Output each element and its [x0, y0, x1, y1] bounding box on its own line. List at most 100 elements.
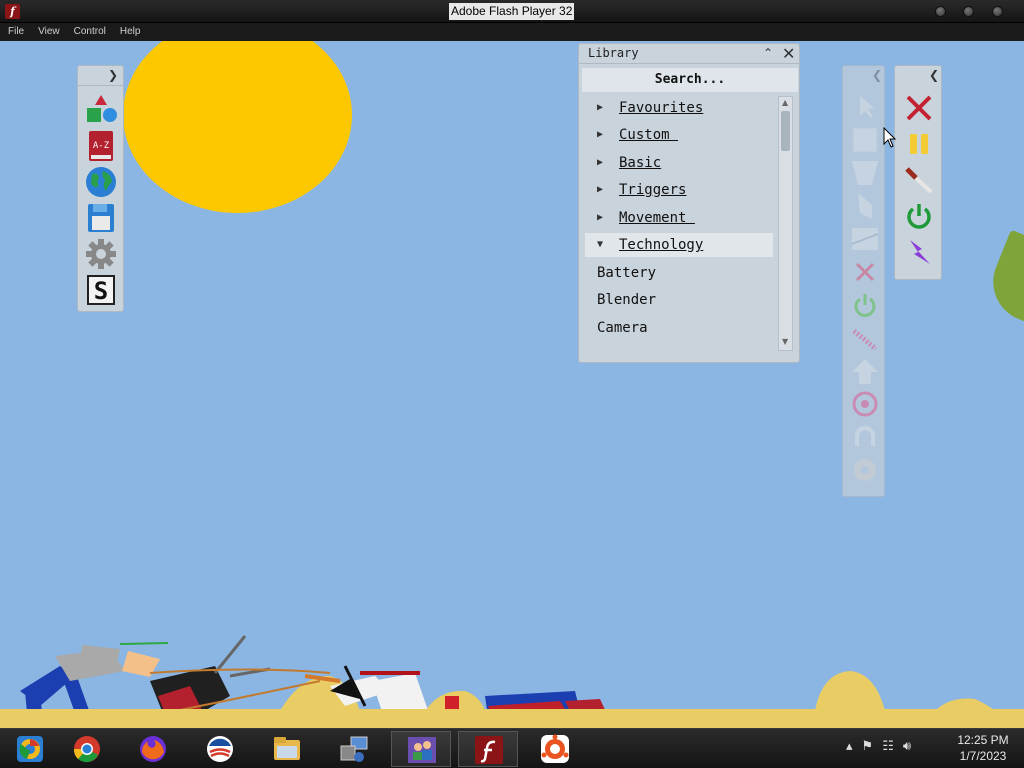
- screen: f Adobe Flash Player 32 File View Contro…: [0, 0, 1024, 768]
- ragdoll-scene: [20, 635, 995, 728]
- category-label: Technology: [619, 237, 704, 253]
- svg-text:A-Z: A-Z: [93, 141, 110, 151]
- s-logo-icon[interactable]: S: [84, 273, 118, 307]
- library-title: Library: [588, 46, 639, 60]
- power-icon[interactable]: [904, 201, 934, 231]
- green-shape: [981, 229, 1024, 327]
- taskbar-chrome[interactable]: [57, 731, 117, 767]
- minimize-button[interactable]: [935, 6, 946, 17]
- taskbar-chrome-canary[interactable]: [0, 731, 60, 767]
- clock-time: 12:25 PM: [957, 733, 1009, 747]
- flash-icon: f: [5, 4, 20, 19]
- collapse-chevron-icon[interactable]: ❮: [872, 68, 882, 82]
- globe-icon[interactable]: [84, 165, 118, 199]
- category-favourites[interactable]: ▶ Favourites: [585, 96, 773, 120]
- volume-icon[interactable]: 🔊︎: [903, 739, 911, 754]
- library-panel: Library ⌃ ✕ Search... ▶ Favourites ▶ Cus…: [578, 43, 800, 363]
- taskbar-file-explorer[interactable]: [257, 731, 317, 767]
- collapse-icon[interactable]: ⌃: [763, 46, 773, 60]
- taskbar-users-tool[interactable]: [391, 731, 451, 767]
- settings-icon[interactable]: [84, 237, 118, 271]
- power-icon[interactable]: [850, 290, 880, 320]
- category-label: Movement: [619, 210, 695, 226]
- delete-icon[interactable]: [904, 93, 934, 123]
- menu-control[interactable]: Control: [66, 23, 112, 41]
- library-item-blender[interactable]: Blender: [585, 288, 773, 312]
- library-scrollbar[interactable]: ▲ ▼: [778, 96, 793, 351]
- clock[interactable]: 12:25 PM 1/7/2023: [948, 732, 1018, 764]
- folder-icon: [274, 737, 300, 760]
- shape-tools-toolbar: ❮: [842, 65, 885, 497]
- knife-icon[interactable]: [904, 165, 934, 195]
- menu-help[interactable]: Help: [112, 23, 147, 41]
- maximize-button[interactable]: [963, 6, 974, 17]
- expand-triangle-icon: ▶: [597, 184, 604, 195]
- library-item-camera[interactable]: Camera: [585, 316, 773, 340]
- close-icon[interactable]: ✕: [782, 44, 795, 63]
- flag-icon[interactable]: ⚑: [862, 739, 874, 754]
- ubuntu-settings-icon: [541, 734, 569, 763]
- close-icon[interactable]: [850, 257, 880, 287]
- clock-date: 1/7/2023: [959, 749, 1007, 763]
- item-label: Battery: [597, 265, 657, 281]
- shapes-icon[interactable]: [84, 93, 118, 127]
- category-technology[interactable]: ▼ Technology: [585, 233, 773, 257]
- game-tools-toolbar: ❮: [894, 65, 942, 280]
- taskbar-flash-player[interactable]: [458, 731, 518, 767]
- scroll-thumb[interactable]: [781, 111, 790, 151]
- item-label: Blender: [597, 292, 657, 308]
- gear-icon[interactable]: [850, 455, 880, 485]
- network-icon[interactable]: ☷: [882, 739, 894, 754]
- show-hidden-icons-icon[interactable]: ▴: [846, 739, 853, 754]
- game-stage[interactable]: ❯ A-Z S Library ⌃ ✕ Search... ▶ Favourit…: [0, 41, 1024, 728]
- category-triggers[interactable]: ▶ Triggers: [585, 178, 773, 202]
- close-button[interactable]: [992, 6, 1003, 17]
- pointer-icon[interactable]: [850, 92, 880, 122]
- taskbar: ▴ ⚑ ☷ 🔊︎ 12:25 PM 1/7/2023: [0, 728, 1024, 768]
- taskbar-network-tool[interactable]: [324, 731, 384, 767]
- menu-file[interactable]: File: [0, 23, 30, 41]
- scroll-up-icon[interactable]: ▲: [782, 98, 788, 107]
- library-header[interactable]: Library ⌃ ✕: [579, 44, 799, 64]
- taskbar-settings-app[interactable]: [525, 731, 585, 767]
- expand-chevron-icon[interactable]: ❯: [108, 68, 118, 82]
- library-search[interactable]: Search...: [582, 68, 798, 92]
- obama-logo-icon: [207, 736, 233, 762]
- magnet-icon[interactable]: [850, 422, 880, 452]
- mouse-cursor-icon: [883, 127, 897, 148]
- lightning-icon[interactable]: [904, 237, 934, 267]
- target-icon[interactable]: [850, 389, 880, 419]
- dictionary-icon[interactable]: A-Z: [84, 129, 118, 163]
- sun: [123, 41, 352, 213]
- menu-bar: File View Control Help: [0, 23, 1024, 41]
- chrome-icon: [73, 736, 100, 763]
- item-label: Camera: [597, 320, 648, 336]
- flash-player-icon: [475, 736, 503, 764]
- shield-shape-icon[interactable]: [850, 191, 880, 221]
- left-toolbar: ❯ A-Z S: [77, 65, 124, 312]
- firefox-icon: [140, 736, 166, 762]
- spring-icon[interactable]: [850, 323, 880, 353]
- ramp-icon[interactable]: [850, 224, 880, 254]
- category-movement[interactable]: ▶ Movement: [585, 206, 773, 230]
- category-custom[interactable]: ▶ Custom: [585, 123, 773, 147]
- window-title: Adobe Flash Player 32: [449, 3, 575, 20]
- collapse-triangle-icon: ▼: [597, 239, 604, 250]
- save-icon[interactable]: [84, 201, 118, 235]
- category-label: Custom: [619, 127, 679, 143]
- arrow-up-icon[interactable]: [850, 356, 880, 386]
- trapezoid-icon[interactable]: [850, 158, 880, 188]
- category-label: Basic: [619, 155, 662, 171]
- expand-triangle-icon: ▶: [597, 157, 604, 168]
- pause-icon[interactable]: [904, 129, 934, 159]
- library-item-battery[interactable]: Battery: [585, 261, 773, 285]
- taskbar-browser[interactable]: [190, 731, 250, 767]
- collapse-chevron-icon[interactable]: ❮: [929, 68, 939, 82]
- title-bar[interactable]: f Adobe Flash Player 32: [0, 0, 1024, 23]
- category-basic[interactable]: ▶ Basic: [585, 151, 773, 175]
- menu-view[interactable]: View: [30, 23, 66, 41]
- scroll-down-icon[interactable]: ▼: [782, 337, 788, 346]
- svg-text:S: S: [94, 277, 108, 305]
- taskbar-firefox[interactable]: [123, 731, 183, 767]
- box-icon[interactable]: [850, 125, 880, 155]
